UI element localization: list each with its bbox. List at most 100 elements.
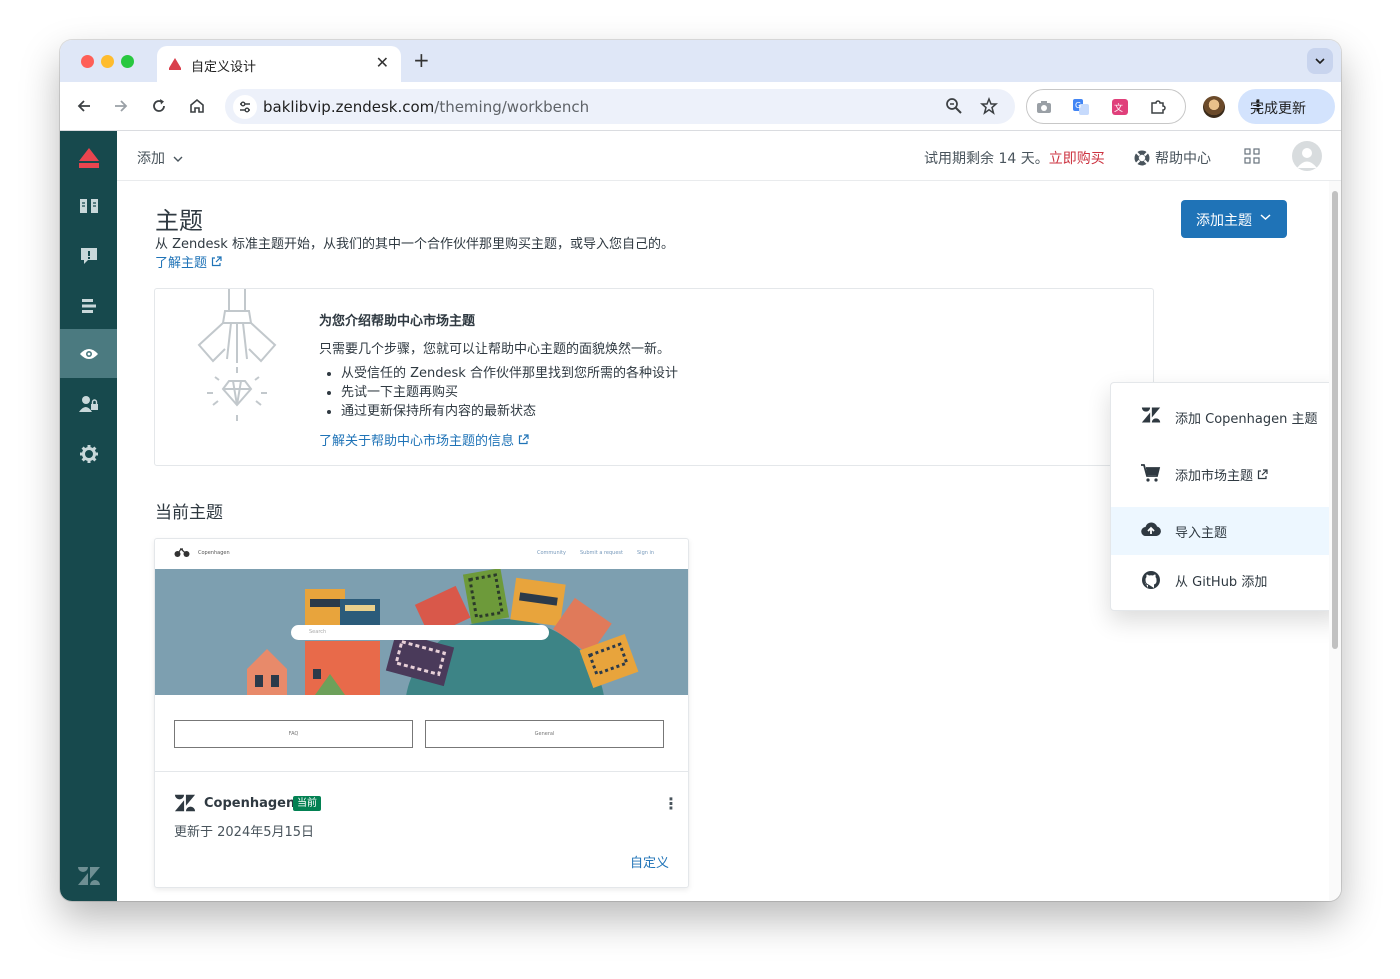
buy-now-link[interactable]: 立即购买: [1049, 151, 1105, 167]
menu-item-add-copenhagen[interactable]: 添加 Copenhagen 主题: [1111, 393, 1329, 441]
add-menu[interactable]: 添加: [137, 148, 183, 168]
main-scrollbar[interactable]: [1329, 181, 1341, 901]
zendesk-icon: [1141, 407, 1161, 423]
chevron-down-icon: [1260, 214, 1271, 221]
new-tab-button[interactable]: +: [413, 48, 430, 72]
trial-text: 试用期剩余 14 天。: [924, 151, 1049, 167]
marketplace-title: 为您介绍帮助中心市场主题: [319, 314, 476, 329]
update-button[interactable]: 完成更新 ⋮: [1238, 89, 1335, 124]
maximize-window-button[interactable]: [121, 55, 134, 68]
preview-nav-community: Community: [537, 550, 566, 556]
browser-toolbar: baklibvip.zendesk.com/theming/workbench …: [60, 82, 1341, 131]
tab-close-icon[interactable]: ✕: [376, 53, 389, 72]
menu-item-import-theme[interactable]: 导入主题: [1111, 507, 1329, 555]
scrollbar-thumb[interactable]: [1332, 191, 1338, 649]
zendesk-logo-icon: [77, 866, 100, 885]
back-button[interactable]: [72, 94, 96, 118]
bike-logo-icon: [174, 548, 190, 557]
marketplace-bullets: 从受信任的 Zendesk 合作伙伴那里找到您所需的各种设计 先试一下主题再购买…: [341, 364, 678, 421]
add-theme-button[interactable]: 添加主题: [1181, 200, 1287, 238]
alert-bubble-icon: [80, 247, 97, 264]
forward-button[interactable]: [109, 94, 133, 118]
user-lock-icon: [78, 395, 98, 412]
rail-item-moderation[interactable]: [60, 231, 117, 280]
rail-item-settings[interactable]: [60, 429, 117, 478]
translator-extension-icon[interactable]: 文: [1111, 98, 1129, 116]
preview-nav: Copenhagen Community Submit a request Si…: [155, 539, 688, 569]
browser-tab[interactable]: 自定义设计 ✕: [157, 46, 401, 82]
url-path: /theming/workbench: [434, 98, 590, 116]
product-tray-icon[interactable]: [1244, 148, 1260, 164]
menu-item-label: 导入主题: [1175, 526, 1228, 541]
marketplace-text: 只需要几个步骤，您就可以让帮助中心主题的面貌焕然一新。: [319, 342, 671, 357]
learn-themes-link[interactable]: 了解主题: [155, 252, 222, 271]
rail-item-customize-design[interactable]: [60, 329, 117, 378]
list-icon: [81, 298, 96, 313]
menu-item-add-github[interactable]: 从 GitHub 添加: [1111, 556, 1329, 604]
add-theme-label: 添加主题: [1196, 213, 1252, 229]
preview-brand: Copenhagen: [198, 550, 230, 556]
address-bar[interactable]: baklibvip.zendesk.com/theming/workbench: [225, 89, 1015, 124]
preview-box-faq: FAQ: [174, 720, 413, 748]
rail-item-arrange[interactable]: [60, 281, 117, 330]
menu-item-add-marketplace[interactable]: 添加市场主题: [1111, 450, 1329, 498]
gear-icon: [79, 444, 98, 463]
tab-search-button[interactable]: [1307, 48, 1333, 74]
preview-nav-submit: Submit a request: [580, 550, 623, 556]
guide-logo-icon: [78, 147, 99, 168]
zendesk-guide-logo[interactable]: [60, 133, 117, 182]
marketplace-link-label: 了解关于帮助中心市场主题的信息: [319, 434, 515, 449]
zoom-icon[interactable]: [945, 97, 963, 115]
menu-item-label: 添加 Copenhagen 主题: [1175, 412, 1318, 427]
chevron-down-icon: [173, 156, 183, 162]
page-title: 主题: [155, 207, 203, 235]
rail-item-user-permissions[interactable]: [60, 379, 117, 428]
learn-themes-label: 了解主题: [155, 256, 208, 271]
rail-item-knowledge[interactable]: [60, 181, 117, 230]
menu-item-label: 从 GitHub 添加: [1175, 575, 1268, 590]
zendesk-favicon-icon: [169, 58, 181, 70]
translate-icon[interactable]: G: [1072, 98, 1090, 116]
site-settings-icon[interactable]: [233, 95, 257, 119]
theme-card: Copenhagen Community Submit a request Si…: [154, 538, 689, 888]
list-item: 先试一下主题再购买: [341, 383, 678, 402]
external-link-icon: [212, 256, 222, 267]
url-text: baklibvip.zendesk.com/theming/workbench: [263, 98, 589, 116]
cart-icon: [1141, 464, 1161, 482]
marketplace-learn-link[interactable]: 了解关于帮助中心市场主题的信息: [319, 430, 529, 449]
puzzle-icon[interactable]: [1149, 98, 1167, 116]
theme-options-button[interactable]: ⋮: [663, 794, 679, 813]
app-topbar: 添加 试用期剩余 14 天。立即购买 帮助中心: [117, 131, 1341, 181]
arrow-left-icon: [77, 100, 90, 112]
user-avatar[interactable]: [1292, 141, 1322, 171]
extensions-group: G 文: [1026, 89, 1186, 124]
external-link-icon: [1258, 469, 1268, 480]
theme-updated-date: 更新于 2024年5月15日: [174, 825, 315, 840]
current-theme-heading: 当前主题: [155, 503, 223, 523]
preview-search-placeholder: Search: [309, 629, 327, 635]
svg-text:G: G: [1075, 101, 1081, 110]
reload-button[interactable]: [147, 94, 171, 118]
customize-link[interactable]: 自定义: [630, 852, 669, 871]
page-description: 从 Zendesk 标准主题开始，从我们的其中一个合作伙伴那里购买主题，或导入您…: [155, 237, 674, 252]
marketplace-menu-label: 添加市场主题: [1175, 469, 1254, 484]
browser-window: 自定义设计 ✕ + baklibvip.zendesk.com/theming/…: [60, 40, 1341, 901]
preview-nav-signin: Sign in: [637, 550, 655, 556]
add-theme-dropdown: 添加 Copenhagen 主题 添加市场主题 导入主题 从 GitHub 添加: [1110, 382, 1329, 611]
bookmark-star-icon[interactable]: [980, 97, 998, 115]
add-menu-label: 添加: [137, 151, 165, 167]
minimize-window-button[interactable]: [101, 55, 114, 68]
zendesk-products-button[interactable]: [60, 851, 117, 900]
svg-text:文: 文: [1114, 102, 1123, 114]
profile-avatar[interactable]: [1203, 96, 1225, 118]
help-center-link[interactable]: 帮助中心: [1133, 148, 1211, 168]
list-item: 从受信任的 Zendesk 合作伙伴那里找到您所需的各种设计: [341, 364, 678, 383]
home-icon: [190, 98, 204, 113]
preview-box-general: General: [425, 720, 664, 748]
menu-item-label: 添加市场主题: [1175, 465, 1268, 484]
close-window-button[interactable]: [81, 55, 94, 68]
theme-preview[interactable]: Copenhagen Community Submit a request Si…: [155, 539, 688, 772]
lifebuoy-icon: [1134, 150, 1150, 166]
camera-icon[interactable]: [1035, 98, 1053, 116]
home-button[interactable]: [185, 94, 209, 118]
